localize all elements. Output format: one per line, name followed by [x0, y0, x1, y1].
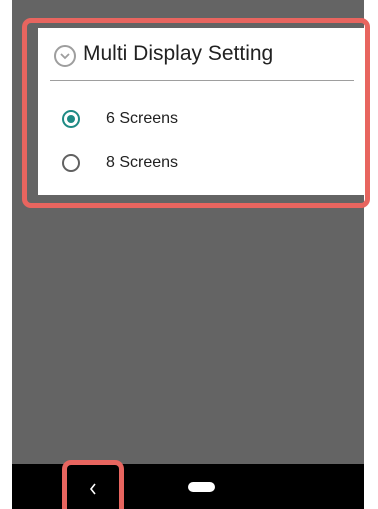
option-label: 6 Screens	[106, 110, 179, 127]
dialog-title: Multi Display Setting	[83, 42, 274, 65]
back-button[interactable]	[62, 460, 124, 509]
option-8-screens[interactable]: 8 Screens	[62, 146, 322, 180]
home-button[interactable]	[188, 482, 215, 492]
multi-display-dialog: Multi Display Setting 6 Screens 8 Screen…	[38, 28, 364, 195]
phone-frame: Multi Display Setting 6 Screens 8 Screen…	[0, 0, 378, 509]
dialog-header: Multi Display Setting	[50, 28, 354, 81]
option-label: 8 Screens	[106, 154, 179, 171]
option-6-screens[interactable]: 6 Screens	[62, 102, 322, 136]
radio-8-screens[interactable]	[62, 154, 80, 172]
radio-6-screens[interactable]	[62, 110, 80, 128]
chevron-down-circle-icon	[54, 45, 76, 67]
back-chevron-icon	[89, 479, 97, 495]
